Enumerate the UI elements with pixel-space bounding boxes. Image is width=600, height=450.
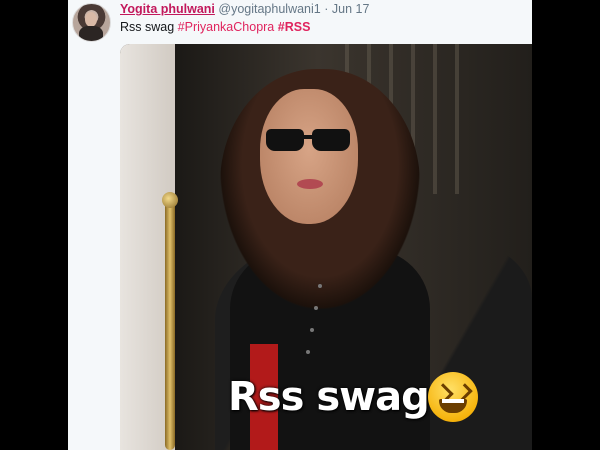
photo-face (260, 89, 358, 224)
photo-lips (297, 179, 323, 189)
tweet-header: Yogita phulwani @yogitaphulwani1 · Jun 1… (120, 2, 369, 16)
sunglasses-icon (266, 129, 350, 153)
tweet-media-image[interactable]: Rss swag (120, 44, 532, 450)
meta-separator: · (324, 2, 329, 16)
overlay-caption: Rss swag (228, 374, 430, 420)
tweet-date[interactable]: Jun 17 (332, 2, 370, 16)
avatar[interactable] (72, 3, 111, 42)
hashtag-priyankachopra[interactable]: #PriyankaChopra (178, 20, 275, 34)
hashtag-rss[interactable]: #RSS (278, 20, 311, 34)
author-handle[interactable]: @yogitaphulwani1 (218, 2, 320, 16)
grinning-squinting-face-icon (428, 372, 478, 422)
avatar-body (79, 26, 103, 41)
tweet-card: Yogita phulwani @yogitaphulwani1 · Jun 1… (68, 0, 532, 450)
avatar-face (85, 12, 97, 27)
author-name[interactable]: Yogita phulwani (120, 2, 215, 16)
tweet-text-prefix: Rss swag (120, 20, 175, 34)
tweet-text: Rss swag #PriyankaChopra #RSS (120, 20, 310, 34)
photo-pole-knob (162, 192, 178, 208)
photo-brass-pole (165, 194, 175, 450)
